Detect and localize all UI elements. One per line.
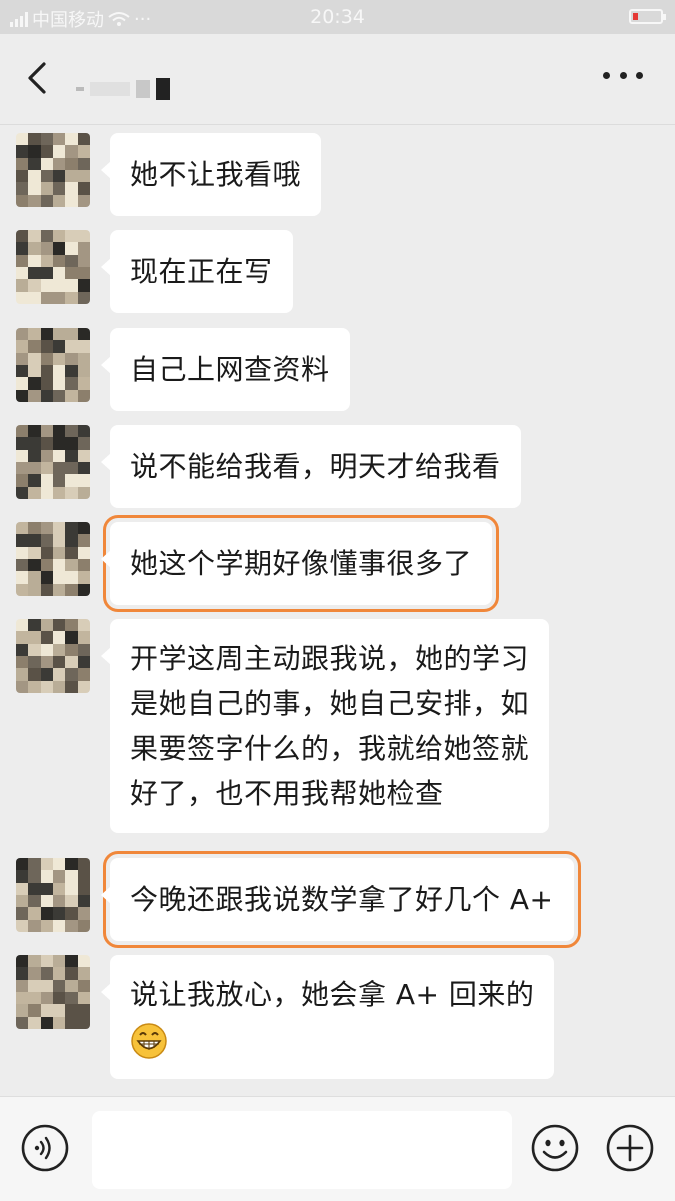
- message-bubble[interactable]: 开学这周主动跟我说，她的学习 是她自己的事，她自己安排，如 果要签字什么的，我就…: [100, 619, 550, 833]
- avatar[interactable]: [16, 328, 90, 402]
- avatar[interactable]: [16, 425, 90, 499]
- avatar[interactable]: [16, 858, 90, 932]
- plus-icon[interactable]: [605, 1123, 655, 1173]
- message-bubble[interactable]: 说让我放心，她会拿 A+ 回来的: [100, 955, 555, 1079]
- more-dots-icon[interactable]: [603, 72, 643, 84]
- message-bubble[interactable]: 她不让我看哦: [100, 133, 322, 216]
- chat-title-obscured: [76, 74, 170, 104]
- voice-icon[interactable]: [20, 1123, 70, 1173]
- avatar[interactable]: [16, 619, 90, 693]
- avatar[interactable]: [16, 133, 90, 207]
- message-line: 说让我放心，她会拿 A+ 回来的: [130, 978, 535, 1011]
- chat-header: [0, 34, 675, 125]
- message-bubble-highlighted[interactable]: 今晚还跟我说数学拿了好几个 A+: [101, 851, 581, 948]
- message-input[interactable]: [92, 1111, 512, 1189]
- battery-icon: [629, 9, 666, 24]
- avatar[interactable]: [16, 230, 90, 304]
- chevron-left-icon[interactable]: [24, 60, 52, 96]
- message-bubble-highlighted[interactable]: 她这个学期好像懂事很多了: [100, 515, 500, 612]
- message-bubble[interactable]: 说不能给我看，明天才给我看: [101, 425, 521, 508]
- message-bubble[interactable]: 自己上网查资料: [101, 328, 350, 411]
- message-line: 是她自己的事，她自己安排，如: [130, 687, 530, 720]
- avatar[interactable]: [16, 522, 90, 596]
- smile-icon[interactable]: [530, 1123, 580, 1173]
- status-bar: 中国移动 ··· 20:34: [0, 0, 675, 34]
- grinning-face-icon: [131, 1023, 167, 1059]
- emoji-line: [130, 1017, 534, 1062]
- message-line: 果要签字什么的，我就给她签就: [130, 732, 530, 765]
- chat-input-bar: [0, 1096, 675, 1201]
- message-bubble[interactable]: 现在正在写: [101, 230, 293, 313]
- message-line: 好了，也不用我帮她检查: [130, 777, 444, 810]
- message-line: 开学这周主动跟我说，她的学习: [130, 642, 530, 675]
- avatar[interactable]: [16, 955, 90, 1029]
- status-time: 20:34: [310, 6, 365, 28]
